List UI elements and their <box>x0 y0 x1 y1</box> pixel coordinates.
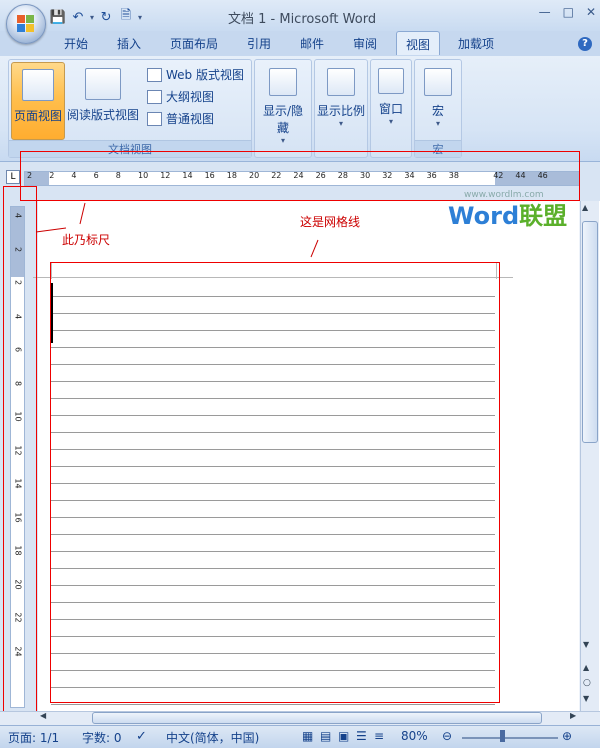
browse-object-icon[interactable]: ○ <box>583 678 591 688</box>
zoom-slider-thumb[interactable] <box>500 730 505 742</box>
status-bar: 页面: 1/1 字数: 0 ✓ 中文(简体，中国) ▦ ▤ ▣ ☰ ≡ 80% … <box>0 725 600 748</box>
next-page-icon[interactable]: ▼ <box>583 694 589 703</box>
status-page[interactable]: 页面: 1/1 <box>8 729 59 746</box>
annotation-ruler: 此乃标尺 <box>62 233 111 247</box>
zoom-level[interactable]: 80% <box>401 729 428 743</box>
view-outline-icon[interactable]: ☰ <box>356 729 367 743</box>
status-language[interactable]: 中文(简体，中国) <box>166 729 259 746</box>
scroll-down-icon[interactable]: ▼ <box>583 640 589 649</box>
annotation-pointers <box>35 202 319 258</box>
vertical-scroll-thumb[interactable] <box>582 221 598 443</box>
zoom-in-icon[interactable]: ⊕ <box>562 729 572 743</box>
status-word-count[interactable]: 字数: 0 <box>82 729 122 746</box>
previous-page-icon[interactable]: ▲ <box>583 663 589 672</box>
scroll-left-icon[interactable]: ◀ <box>40 711 46 720</box>
view-reading-icon[interactable]: ▤ <box>320 729 331 743</box>
office-button[interactable] <box>6 4 46 44</box>
zoom-slider[interactable] <box>462 737 558 739</box>
zoom-out-icon[interactable]: ⊖ <box>442 729 452 743</box>
scroll-up-icon[interactable]: ▲ <box>582 203 588 212</box>
proofing-icon[interactable]: ✓ <box>136 729 147 744</box>
view-draft-icon[interactable]: ≡ <box>374 729 384 743</box>
office-logo-icon <box>17 15 35 33</box>
scroll-right-icon[interactable]: ▶ <box>570 711 576 720</box>
view-web-icon[interactable]: ▣ <box>338 729 349 743</box>
annotation-gridlines: 这是网格线 <box>300 215 361 229</box>
horizontal-scroll-thumb[interactable] <box>92 712 542 724</box>
view-print-layout-icon[interactable]: ▦ <box>302 729 313 743</box>
